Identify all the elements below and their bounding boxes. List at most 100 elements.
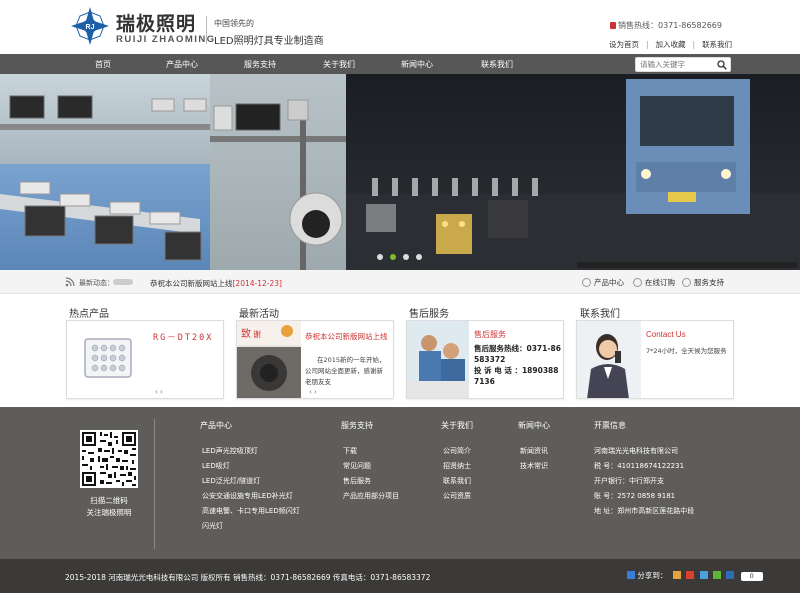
product-icon	[582, 278, 591, 287]
nav-item-service[interactable]: 服务支持	[244, 59, 276, 70]
after-sales-card[interactable]: 售后服务 售后服务热线：0371-86583372 投 诉 电 话 ：18903…	[406, 320, 564, 399]
copyright-text: 2015-2018 河南瑞光光电科技有限公司 版权所有 销售热线：0371-86…	[65, 573, 431, 582]
add-favorite-link[interactable]: 加入收藏	[656, 40, 686, 49]
footer-title-about: 关于我们	[441, 421, 473, 430]
invoice-account: 账 号：2572 0858 9181	[594, 492, 676, 500]
quick-link-label: 在线订购	[645, 278, 675, 287]
svg-text:谢: 谢	[253, 329, 261, 339]
quick-link-label: 服务支持	[694, 278, 724, 287]
wechat-icon[interactable]	[712, 571, 721, 579]
news-headline: 恭祝本公司新版网站上线	[150, 279, 233, 288]
service-staff-image	[407, 321, 469, 398]
divider	[206, 16, 207, 44]
section-title-after-sales: 售后服务	[409, 309, 449, 320]
section-title-contact: 联系我们	[580, 309, 620, 320]
footer-link-about[interactable]: 公司简介	[443, 446, 471, 456]
quick-link-order[interactable]: 在线订购	[633, 277, 675, 288]
invoice-bank: 开户银行：中行郑开支	[594, 477, 664, 485]
footer-link-about[interactable]: 联系我们	[443, 476, 471, 486]
nav-item-home[interactable]: 首页	[95, 59, 111, 70]
invoice-address: 地 址：郑州市高新区莲花路中段	[594, 507, 695, 515]
activity-image: 致 谢	[237, 321, 301, 398]
customer-service-image	[577, 321, 641, 398]
carousel-arrows[interactable]: ‹ ›	[155, 388, 163, 396]
footer-title-news: 新闻中心	[518, 421, 550, 430]
share-plus-icon[interactable]	[627, 571, 635, 579]
footer-link-service[interactable]: 售后服务	[343, 476, 371, 486]
footer-link-about[interactable]: 公司资质	[443, 491, 471, 501]
slide-dot-4[interactable]	[416, 254, 422, 260]
hero-banner[interactable]	[0, 74, 800, 270]
nav-item-news[interactable]: 新闻中心	[401, 59, 433, 70]
news-headline-link[interactable]: 恭祝本公司新版网站上线[2014-12-23]	[150, 278, 282, 289]
service-card-title: 售后服务	[474, 330, 506, 339]
set-homepage-link[interactable]: 设为首页	[609, 40, 639, 49]
share-label: 分享到：	[637, 571, 668, 580]
service-hotline: 售后服务热线：0371-86583372	[474, 344, 561, 364]
section-title-latest: 最新活动	[239, 309, 279, 320]
product-name: RG－DT20X	[153, 333, 214, 343]
footer-link-news[interactable]: 新闻资讯	[520, 446, 548, 456]
footer-link-product[interactable]: 闪光灯	[202, 521, 223, 531]
contact-card-text: 7*24小时，全天候为您服务	[646, 347, 727, 355]
slide-dot-2[interactable]	[390, 254, 396, 260]
product-image	[84, 338, 132, 378]
news-label: 最新动态：	[79, 279, 114, 287]
footer-link-service[interactable]: 下载	[343, 446, 357, 456]
nav-item-products[interactable]: 产品中心	[166, 59, 198, 70]
nav-item-about[interactable]: 关于我们	[323, 59, 355, 70]
contact-us-link[interactable]: 联系我们	[702, 40, 732, 49]
hot-product-card[interactable]: RG－DT20X ‹ ›	[66, 320, 224, 399]
nav-item-contact[interactable]: 联系我们	[481, 59, 513, 70]
slogan-line2: LED照明灯具专业制造商	[214, 36, 324, 47]
renren-icon[interactable]	[726, 571, 735, 579]
brand-name-cn: 瑞极照明	[116, 13, 197, 35]
phone-icon	[682, 278, 691, 287]
activity-body: 在2015新的一年开始，公司网站全面更新，感谢新老朋友支	[305, 356, 386, 386]
quick-link-label: 产品中心	[594, 278, 624, 287]
carousel-arrows[interactable]: ‹ ›	[309, 388, 317, 396]
quick-link-service[interactable]: 服务支持	[682, 277, 724, 288]
footer-link-service[interactable]: 产品应用部分项目	[343, 491, 399, 501]
search-icon[interactable]	[717, 60, 727, 70]
weibo-icon[interactable]	[686, 571, 695, 579]
latest-activity-card[interactable]: 致 谢 恭祝本公司新版网站上线 在2015新的一年开始，公司网站全面更新，感谢新…	[236, 320, 394, 399]
contact-card-title: Contact Us	[646, 330, 686, 339]
site-footer: 扫描二维码 关注瑞极照明 产品中心 LED声光控吸顶灯 LED吸灯 LED泛光灯…	[0, 407, 800, 559]
phone-icon	[610, 22, 616, 29]
qzone-icon[interactable]	[672, 571, 681, 579]
footer-title-products: 产品中心	[200, 421, 232, 430]
footer-link-product[interactable]: LED声光控吸顶灯	[202, 446, 258, 456]
logo-icon[interactable]: RJ	[70, 6, 110, 46]
hotline-text: 销售热线：0371-86582669	[618, 21, 722, 30]
svg-text:RJ: RJ	[86, 24, 95, 31]
svg-text:致: 致	[241, 327, 251, 340]
section-title-hot-products: 热点产品	[69, 309, 109, 320]
slide-dot-1[interactable]	[377, 254, 383, 260]
activity-headline[interactable]: 恭祝本公司新版网站上线	[305, 331, 389, 342]
slogan-line1: 中国领先的	[214, 19, 254, 28]
news-toggle[interactable]	[113, 279, 133, 285]
footer-link-product[interactable]: LED泛光灯/隧道灯	[202, 476, 260, 486]
slide-dot-3[interactable]	[403, 254, 409, 260]
quick-link-products[interactable]: 产品中心	[582, 277, 624, 288]
footer-link-news[interactable]: 技术常识	[520, 461, 548, 471]
footer-link-product[interactable]: 公安交通设施专用LED补光灯	[202, 491, 293, 501]
banner-image	[0, 74, 800, 270]
site-header: RJ 瑞极照明 RUIJI ZHAOMING 中国领先的 LED照明灯具专业制造…	[0, 0, 800, 53]
complaint-phone: 投 诉 电 话 ：18903887136	[474, 366, 559, 386]
share-bar: 分享到： 0	[627, 570, 763, 581]
footer-link-service[interactable]: 常见问题	[343, 461, 371, 471]
footer-title-service: 服务支持	[341, 421, 373, 430]
search-input[interactable]	[636, 58, 716, 71]
sales-hotline: 销售热线：0371-86582669	[610, 20, 722, 31]
slide-dots	[377, 253, 429, 262]
footer-link-product[interactable]: LED吸灯	[202, 461, 230, 471]
news-bar: 最新动态： 恭祝本公司新版网站上线[2014-12-23] 产品中心 在线订购 …	[0, 270, 800, 294]
footer-link-about[interactable]: 招贤纳士	[443, 461, 471, 471]
tencent-weibo-icon[interactable]	[699, 571, 708, 579]
rss-icon	[65, 277, 75, 287]
qr-caption-line2: 关注瑞极照明	[86, 508, 132, 517]
contact-card[interactable]: Contact Us 7*24小时，全天候为您服务	[576, 320, 734, 399]
footer-link-product[interactable]: 高速电警、卡口专用LED频闪灯	[202, 506, 300, 516]
